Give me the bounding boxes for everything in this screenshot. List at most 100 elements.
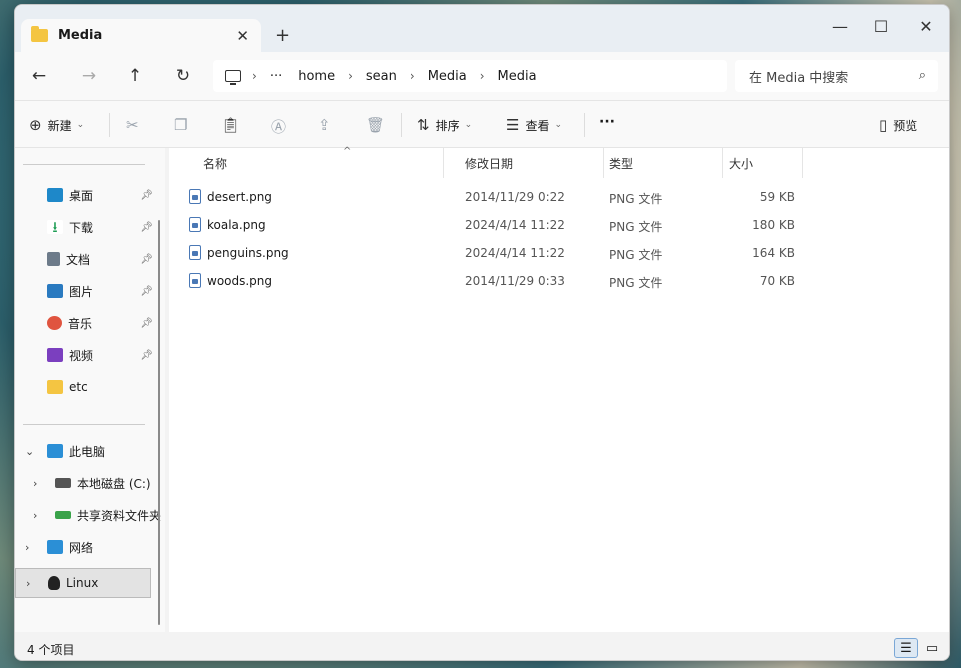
breadcrumb-sean[interactable]: sean	[366, 69, 397, 84]
command-bar: ⊕ 新建 ⌄ ✂ ❐ 📋︎ Ⓐ ⇪ 🗑︎ ⇅ 排序 ⌄ ☰ 查看 ⌄ ··· ▯…	[15, 100, 949, 148]
sidebar-item-label: 本地磁盘 (C:)	[77, 476, 151, 491]
sidebar-item-local-disk[interactable]: › 本地磁盘 (C:)	[15, 468, 165, 498]
rename-button[interactable]: Ⓐ	[271, 116, 292, 137]
address-bar[interactable]: › ··· home › sean › Media › Media	[213, 60, 727, 92]
divider	[401, 113, 402, 137]
download-icon: ⭳	[47, 220, 63, 235]
cut-button[interactable]: ✂	[126, 116, 145, 134]
sidebar-item-desktop[interactable]: 桌面 📌︎	[15, 180, 153, 210]
preview-label: 预览	[893, 118, 918, 133]
tab-close-icon[interactable]: ✕	[236, 27, 249, 45]
chevron-right-icon: ›	[409, 69, 415, 83]
sidebar-item-downloads[interactable]: ⭳ 下载 📌︎	[15, 212, 153, 242]
tiles-view-button[interactable]: ▭	[920, 638, 944, 658]
pin-icon: 📌︎	[140, 189, 153, 201]
navigation-bar: ← → ↑ ↻ › ··· home › sean › Media › Medi…	[15, 52, 949, 100]
pin-icon: 📌︎	[140, 253, 153, 265]
tiles-view-icon: ▭	[925, 640, 939, 656]
status-bar: 4 个项目 ☰ ▭	[15, 632, 949, 660]
close-button[interactable]: ✕	[911, 17, 941, 36]
sidebar-item-this-pc[interactable]: ⌄ 此电脑	[15, 436, 153, 466]
sort-icon: ⇅	[417, 116, 430, 134]
tab-title: Media	[58, 28, 103, 43]
sidebar-item-label: etc	[69, 380, 88, 394]
tab-media[interactable]: Media ✕	[21, 19, 261, 52]
details-view-button[interactable]: ☰	[894, 638, 918, 658]
videos-icon	[47, 348, 63, 362]
file-row-penguins[interactable]: penguins.png 2024/4/14 11:22 PNG 文件 164 …	[189, 239, 795, 267]
share-button[interactable]: ⇪	[318, 116, 337, 134]
back-button[interactable]: ←	[27, 66, 51, 86]
column-header-type[interactable]: 类型	[603, 148, 723, 178]
sidebar-item-shared-folder[interactable]: › 共享资料文件夹	[15, 500, 165, 530]
clipboard-icon: 📋︎	[221, 116, 241, 134]
file-name: desert.png	[207, 190, 272, 204]
file-row-koala[interactable]: koala.png 2024/4/14 11:22 PNG 文件 180 KB	[189, 211, 795, 239]
file-row-desert[interactable]: desert.png 2014/11/29 0:22 PNG 文件 59 KB	[189, 183, 795, 211]
sidebar-item-network[interactable]: › 网络	[15, 532, 153, 562]
minimize-button[interactable]: —	[825, 17, 855, 36]
new-button[interactable]: ⊕ 新建 ⌄	[29, 116, 84, 134]
breadcrumb-home[interactable]: home	[298, 69, 335, 84]
file-list: 名称 ^ 修改日期 类型 大小 desert.png 2014/11/29 0:…	[169, 146, 949, 632]
view-label: 查看	[525, 118, 550, 133]
file-name: koala.png	[207, 218, 266, 232]
sidebar-item-label: 文档	[66, 252, 91, 267]
more-options-button[interactable]: ···	[599, 114, 615, 130]
divider	[23, 164, 145, 165]
maximize-button[interactable]: ☐	[866, 17, 896, 36]
sidebar-item-linux[interactable]: › Linux	[15, 568, 151, 598]
list-view-icon: ☰	[506, 116, 520, 134]
breadcrumb-media-current[interactable]: Media	[498, 69, 537, 84]
sidebar-item-etc[interactable]: etc	[15, 372, 153, 402]
chevron-down-icon: ⌄	[464, 120, 473, 130]
column-header-name[interactable]: 名称 ^	[197, 146, 444, 178]
paste-button[interactable]: 📋︎	[221, 116, 246, 134]
sidebar-item-pictures[interactable]: 图片 📌︎	[15, 276, 153, 306]
up-button[interactable]: ↑	[123, 66, 147, 86]
sidebar-item-label: Linux	[66, 576, 99, 590]
file-type: PNG 文件	[609, 220, 663, 234]
file-explorer-window: Media ✕ + — ☐ ✕ ← → ↑ ↻ › ··· home › sea…	[14, 4, 950, 661]
file-type: PNG 文件	[609, 248, 663, 262]
sidebar-item-videos[interactable]: 视频 📌︎	[15, 340, 153, 370]
sidebar-item-label: 此电脑	[69, 444, 106, 459]
scissors-icon: ✂	[126, 116, 139, 134]
breadcrumb-media[interactable]: Media	[428, 69, 467, 84]
this-pc-icon	[225, 70, 241, 85]
sort-label: 排序	[435, 118, 460, 133]
divider	[23, 424, 145, 425]
image-file-icon	[189, 189, 201, 204]
search-icon: ⌕	[918, 68, 926, 83]
chevron-right-icon: ›	[33, 476, 38, 490]
folder-icon	[31, 26, 48, 42]
plus-circle-icon: ⊕	[29, 116, 42, 134]
column-header-size[interactable]: 大小	[723, 148, 803, 178]
sort-button[interactable]: ⇅ 排序 ⌄	[417, 116, 472, 134]
copy-button[interactable]: ❐	[174, 116, 193, 134]
desktop-icon	[47, 188, 63, 202]
view-button[interactable]: ☰ 查看 ⌄	[506, 116, 562, 134]
folder-icon	[47, 380, 63, 394]
file-modified: 2024/4/14 11:22	[465, 218, 565, 232]
column-header-modified[interactable]: 修改日期	[459, 148, 604, 178]
sidebar-scrollbar[interactable]	[158, 220, 160, 625]
preview-pane-button[interactable]: ▯ 预览	[879, 116, 917, 134]
column-label: 修改日期	[465, 156, 514, 171]
breadcrumb-overflow[interactable]: ···	[270, 69, 282, 84]
details-view-icon: ☰	[900, 640, 912, 656]
delete-button[interactable]: 🗑︎	[366, 116, 391, 134]
refresh-button[interactable]: ↻	[171, 66, 195, 86]
sidebar-item-label: 桌面	[69, 188, 94, 203]
file-size: 70 KB	[759, 274, 795, 288]
chevron-down-icon: ⌄	[554, 120, 563, 130]
forward-button[interactable]: →	[77, 66, 101, 86]
pin-icon: 📌︎	[140, 317, 153, 329]
sidebar-item-music[interactable]: 音乐 📌︎	[15, 308, 153, 338]
file-size: 180 KB	[752, 218, 795, 232]
file-row-woods[interactable]: woods.png 2014/11/29 0:33 PNG 文件 70 KB	[189, 267, 795, 295]
search-input[interactable]: 在 Media 中搜索 ⌕	[735, 60, 938, 92]
file-name: woods.png	[207, 274, 273, 288]
sidebar-item-documents[interactable]: 文档 📌︎	[15, 244, 153, 274]
new-tab-button[interactable]: +	[275, 25, 290, 46]
